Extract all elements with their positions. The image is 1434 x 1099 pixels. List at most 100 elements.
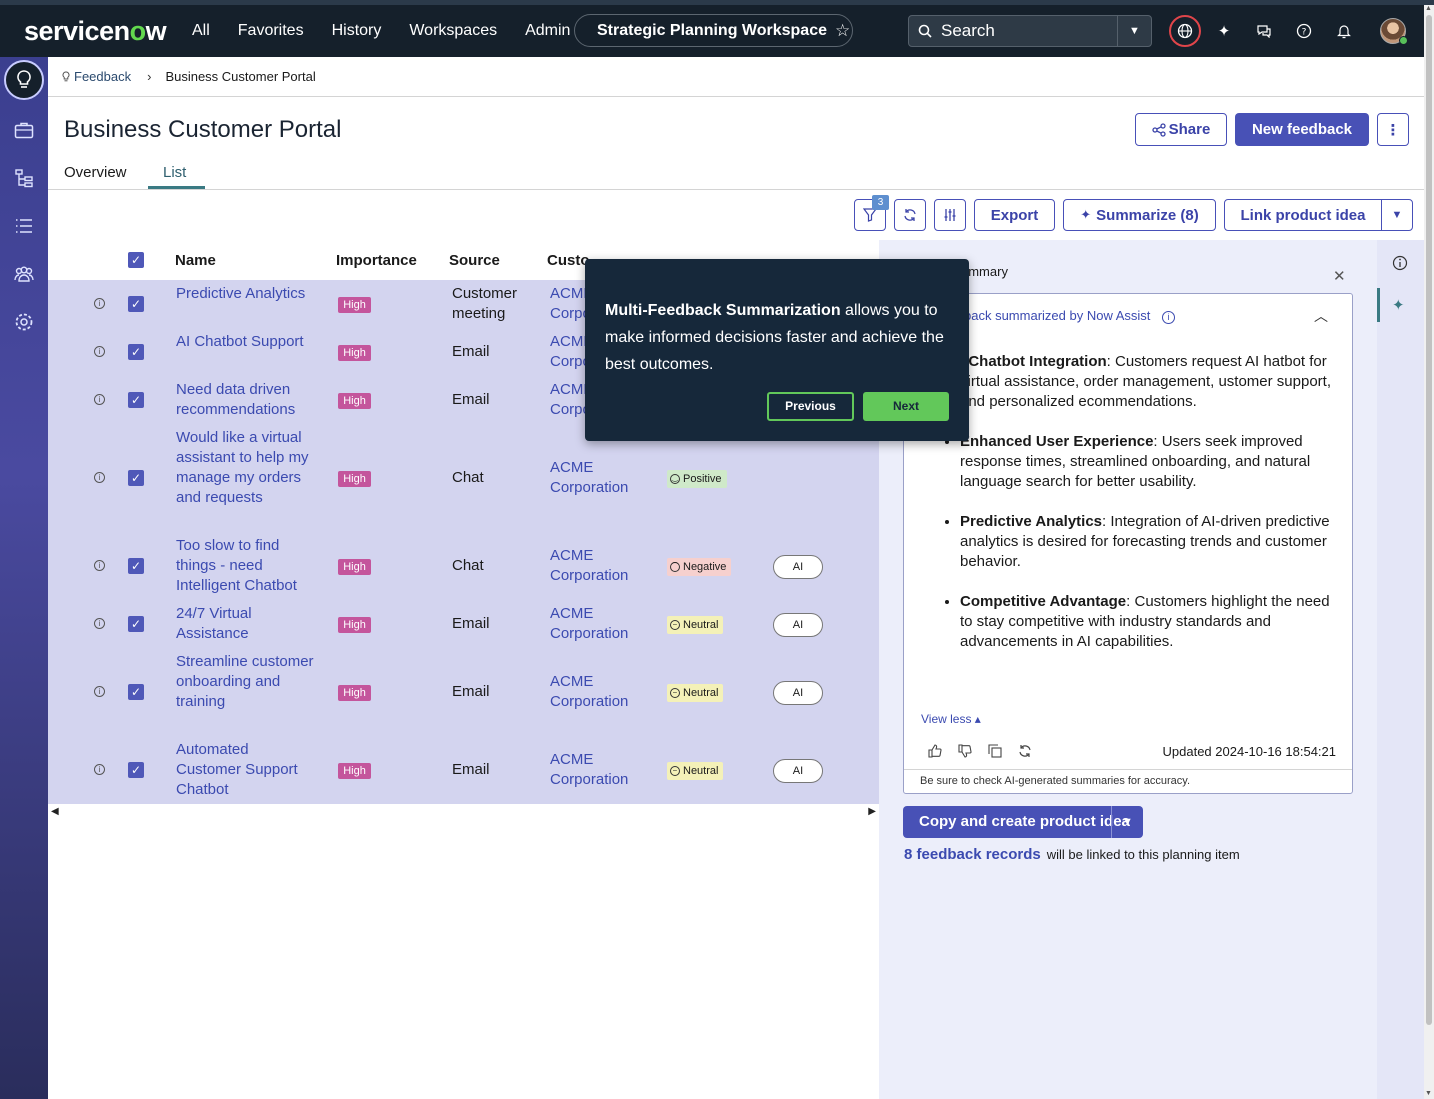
feedback-name-link[interactable]: Too slow to find things - need Intellige… xyxy=(176,536,316,596)
row-info-icon[interactable]: i xyxy=(94,686,105,697)
row-info-icon[interactable]: i xyxy=(94,346,105,357)
row-checkbox[interactable]: ✓ xyxy=(128,344,144,360)
sparkle-icon[interactable]: ✦ xyxy=(1210,17,1238,45)
link-options-chevron-down-icon[interactable]: ▼ xyxy=(1381,199,1413,231)
now-assist-sparkle-icon[interactable]: ✦ xyxy=(1392,296,1405,314)
customer-link[interactable]: ACME Corporation xyxy=(550,546,650,586)
nav-workspaces[interactable]: Workspaces xyxy=(409,22,497,40)
table-row[interactable]: i ✓ Too slow to find things - need Intel… xyxy=(48,532,879,594)
row-checkbox[interactable]: ✓ xyxy=(128,684,144,700)
thumbs-up-icon[interactable] xyxy=(928,744,942,761)
row-info-icon[interactable]: i xyxy=(94,298,105,309)
chat-icon[interactable] xyxy=(1250,17,1278,45)
scroll-right-icon[interactable]: ▶ xyxy=(868,806,876,817)
customer-link[interactable]: ACME Corporation xyxy=(550,458,650,498)
vertical-scrollbar[interactable]: ▲ ▼ xyxy=(1424,5,1434,1099)
info-icon[interactable] xyxy=(1392,255,1408,275)
row-checkbox[interactable]: ✓ xyxy=(128,296,144,312)
feedback-name-link[interactable]: Need data driven recommendations xyxy=(176,380,316,420)
table-row[interactable]: i ✓ Automated Customer Support Chatbot H… xyxy=(48,740,879,804)
feedback-name-link[interactable]: 24/7 Virtual Assistance xyxy=(176,604,316,644)
copy-icon[interactable] xyxy=(988,744,1002,761)
export-button[interactable]: Export xyxy=(974,199,1055,231)
row-checkbox[interactable]: ✓ xyxy=(128,470,144,486)
view-less-link[interactable]: View less ▴ xyxy=(921,712,981,726)
nav-all[interactable]: All xyxy=(192,22,210,40)
summarize-button[interactable]: ✦ Summarize (8) xyxy=(1063,199,1216,231)
table-row[interactable]: i ✓ 24/7 Virtual Assistance High Email A… xyxy=(48,604,879,652)
tour-previous-button[interactable]: Previous xyxy=(767,392,854,421)
row-info-icon[interactable]: i xyxy=(94,764,105,775)
more-options-icon[interactable]: ⋮ xyxy=(1377,113,1409,146)
tab-overview[interactable]: Overview xyxy=(64,164,127,181)
star-icon[interactable]: ☆ xyxy=(835,21,850,41)
link-product-idea-button[interactable]: Link product idea xyxy=(1224,199,1382,231)
customer-link[interactable]: ACME Corporation xyxy=(550,604,650,644)
scroll-left-icon[interactable]: ◀ xyxy=(51,806,59,817)
row-checkbox[interactable]: ✓ xyxy=(128,392,144,408)
tab-list[interactable]: List xyxy=(163,164,186,181)
customer-link[interactable]: ACME Corporation xyxy=(550,672,650,712)
close-icon[interactable]: ✕ xyxy=(1333,267,1346,285)
tag-chip[interactable]: AI xyxy=(773,759,823,783)
nav-history[interactable]: History xyxy=(332,22,382,40)
servicenow-logo[interactable]: servicenow xyxy=(24,16,184,47)
header-importance[interactable]: Importance xyxy=(336,252,417,269)
tour-next-button[interactable]: Next xyxy=(863,392,949,421)
regenerate-icon[interactable] xyxy=(1018,744,1032,761)
row-checkbox[interactable]: ✓ xyxy=(128,616,144,632)
people-icon[interactable] xyxy=(8,258,40,290)
table-row[interactable]: i ✓ Streamline customer onboarding and t… xyxy=(48,652,879,740)
header-source[interactable]: Source xyxy=(449,252,500,269)
lightbulb-icon[interactable] xyxy=(4,60,44,100)
feedback-name-link[interactable]: Predictive Analytics xyxy=(176,284,316,304)
row-info-icon[interactable]: i xyxy=(94,618,105,629)
search-scope-chevron-down-icon[interactable]: ▼ xyxy=(1117,16,1151,46)
feedback-name-link[interactable]: Would like a virtual assistant to help m… xyxy=(176,428,316,508)
row-info-icon[interactable]: i xyxy=(94,560,105,571)
feedback-name-link[interactable]: Streamline customer onboarding and train… xyxy=(176,652,316,712)
header-customer[interactable]: Custo xyxy=(547,252,590,269)
refresh-icon[interactable] xyxy=(894,199,926,231)
search-input[interactable]: Search xyxy=(941,21,1117,41)
info-icon[interactable]: i xyxy=(1162,311,1176,324)
tag-chip[interactable]: AI xyxy=(773,555,823,579)
globe-icon[interactable] xyxy=(1169,15,1201,47)
breadcrumb-feedback[interactable]: Feedback xyxy=(74,69,131,84)
row-info-icon[interactable]: i xyxy=(94,472,105,483)
header-name[interactable]: Name xyxy=(175,252,216,269)
list-icon[interactable] xyxy=(8,210,40,242)
nav-admin[interactable]: Admin xyxy=(525,22,570,40)
column-settings-icon[interactable] xyxy=(934,199,966,231)
copy-and-create-product-idea-button[interactable]: Copy and create product idea ▼ xyxy=(903,806,1143,838)
records-count-link[interactable]: 8 feedback records xyxy=(904,846,1041,863)
feedback-name-link[interactable]: Automated Customer Support Chatbot xyxy=(176,740,316,800)
bell-icon[interactable] xyxy=(1330,17,1358,45)
workspace-pill[interactable]: Strategic Planning Workspace ☆ xyxy=(574,14,853,47)
new-feedback-button[interactable]: New feedback xyxy=(1235,113,1369,146)
row-checkbox[interactable]: ✓ xyxy=(128,558,144,574)
feedback-name-link[interactable]: AI Chatbot Support xyxy=(176,332,316,352)
row-info-icon[interactable]: i xyxy=(94,394,105,405)
global-search[interactable]: Search ▼ xyxy=(908,15,1152,47)
help-icon[interactable]: ? xyxy=(1290,17,1318,45)
hierarchy-icon[interactable] xyxy=(8,162,40,194)
tag-chip[interactable]: AI xyxy=(773,681,823,705)
briefcase-icon[interactable] xyxy=(8,114,40,146)
user-avatar[interactable] xyxy=(1380,18,1408,45)
tag-chip[interactable]: AI xyxy=(773,613,823,637)
scroll-thumb[interactable] xyxy=(1426,15,1432,1025)
nav-favorites[interactable]: Favorites xyxy=(238,22,304,40)
scroll-down-icon[interactable]: ▼ xyxy=(1425,1090,1432,1097)
copy-options-chevron-down-icon[interactable]: ▼ xyxy=(1111,806,1143,838)
settings-gear-icon[interactable] xyxy=(8,306,40,338)
select-all-checkbox[interactable]: ✓ xyxy=(128,252,144,268)
row-checkbox[interactable]: ✓ xyxy=(128,762,144,778)
collapse-chevron-up-icon[interactable]: ︿ xyxy=(1314,306,1328,326)
horizontal-scrollbar[interactable]: ◀ ▶ xyxy=(48,804,879,818)
share-button[interactable]: Share xyxy=(1135,113,1227,146)
thumbs-down-icon[interactable] xyxy=(958,744,972,761)
scroll-up-icon[interactable]: ▲ xyxy=(1425,5,1432,12)
customer-link[interactable]: ACME Corporation xyxy=(550,750,650,790)
neutral-face-icon: – xyxy=(670,766,680,776)
